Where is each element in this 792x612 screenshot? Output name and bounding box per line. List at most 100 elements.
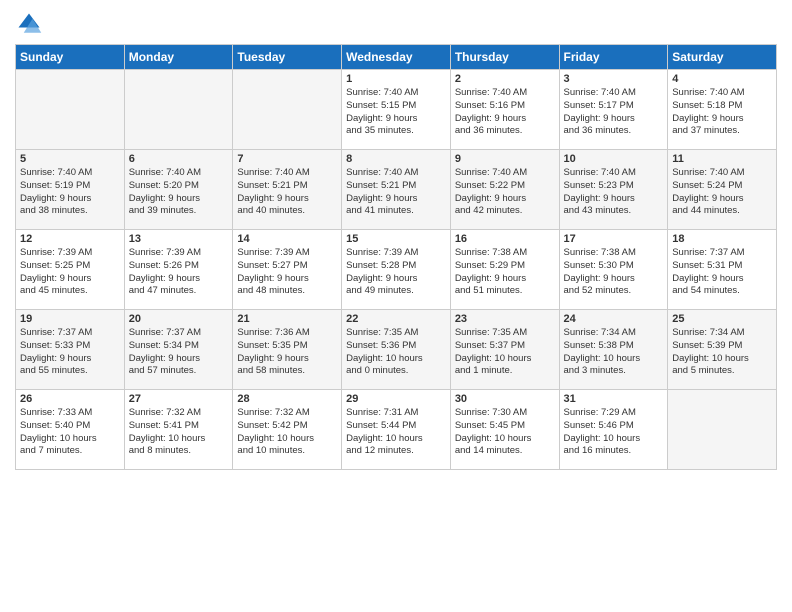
day-number: 28 [237,393,337,405]
day-info: Sunrise: 7:36 AM Sunset: 5:35 PM Dayligh… [237,327,337,378]
day-number: 30 [455,393,555,405]
calendar-cell: 28 Sunrise: 7:32 AM Sunset: 5:42 PM Dayli… [233,390,342,470]
day-info: Sunrise: 7:40 AM Sunset: 5:24 PM Dayligh… [672,167,772,218]
day-info: Sunrise: 7:39 AM Sunset: 5:25 PM Dayligh… [20,247,120,298]
calendar-week-row: 26 Sunrise: 7:33 AM Sunset: 5:40 PM Dayli… [16,390,777,470]
day-number: 14 [237,233,337,245]
calendar-cell: 27 Sunrise: 7:32 AM Sunset: 5:41 PM Dayli… [124,390,233,470]
day-info: Sunrise: 7:40 AM Sunset: 5:19 PM Dayligh… [20,167,120,218]
calendar-cell: 18Sunrise: 7:37 AM Sunset: 5:31 PM Dayli… [668,230,777,310]
day-number: 29 [346,393,446,405]
calendar-cell: 29 Sunrise: 7:31 AM Sunset: 5:44 PM Dayli… [342,390,451,470]
day-number: 8 [346,153,446,165]
weekday-header-saturday: Saturday [668,45,777,70]
day-number: 1 [346,73,446,85]
day-number: 21 [237,313,337,325]
calendar-cell: 2Sunrise: 7:40 AM Sunset: 5:16 PM Daylig… [450,70,559,150]
day-number: 13 [129,233,229,245]
weekday-header-sunday: Sunday [16,45,125,70]
day-number: 5 [20,153,120,165]
calendar-cell: 21 Sunrise: 7:36 AM Sunset: 5:35 PM Dayli… [233,310,342,390]
calendar-cell [668,390,777,470]
calendar-cell [16,70,125,150]
calendar-cell: 22Sunrise: 7:35 AM Sunset: 5:36 PM Dayli… [342,310,451,390]
calendar-table: SundayMondayTuesdayWednesdayThursdayFrid… [15,44,777,470]
weekday-header-tuesday: Tuesday [233,45,342,70]
day-info: Sunrise: 7:37 AM Sunset: 5:33 PM Dayligh… [20,327,120,378]
day-info: Sunrise: 7:30 AM Sunset: 5:45 PM Dayligh… [455,407,555,458]
weekday-header-monday: Monday [124,45,233,70]
day-number: 17 [564,233,664,245]
calendar-cell: 5 Sunrise: 7:40 AM Sunset: 5:19 PM Daylig… [16,150,125,230]
day-info: Sunrise: 7:32 AM Sunset: 5:41 PM Dayligh… [129,407,229,458]
calendar-cell: 19 Sunrise: 7:37 AM Sunset: 5:33 PM Dayli… [16,310,125,390]
day-info: Sunrise: 7:34 AM Sunset: 5:38 PM Dayligh… [564,327,664,378]
calendar-cell [233,70,342,150]
logo-icon [15,10,43,38]
day-number: 3 [564,73,664,85]
day-number: 20 [129,313,229,325]
day-info: Sunrise: 7:34 AM Sunset: 5:39 PM Dayligh… [672,327,772,378]
day-number: 19 [20,313,120,325]
day-number: 31 [564,393,664,405]
calendar-cell: 3 Sunrise: 7:40 AM Sunset: 5:17 PM Daylig… [559,70,668,150]
calendar-cell: 1 Sunrise: 7:40 AM Sunset: 5:15 PM Daylig… [342,70,451,150]
day-info: Sunrise: 7:40 AM Sunset: 5:22 PM Dayligh… [455,167,555,218]
day-info: Sunrise: 7:40 AM Sunset: 5:15 PM Dayligh… [346,87,446,138]
day-number: 22 [346,313,446,325]
calendar-cell: 8 Sunrise: 7:40 AM Sunset: 5:21 PM Daylig… [342,150,451,230]
day-info: Sunrise: 7:39 AM Sunset: 5:26 PM Dayligh… [129,247,229,298]
day-info: Sunrise: 7:40 AM Sunset: 5:21 PM Dayligh… [346,167,446,218]
day-info: Sunrise: 7:40 AM Sunset: 5:17 PM Dayligh… [564,87,664,138]
day-info: Sunrise: 7:38 AM Sunset: 5:29 PM Dayligh… [455,247,555,298]
weekday-header-row: SundayMondayTuesdayWednesdayThursdayFrid… [16,45,777,70]
day-info: Sunrise: 7:39 AM Sunset: 5:27 PM Dayligh… [237,247,337,298]
day-info: Sunrise: 7:38 AM Sunset: 5:30 PM Dayligh… [564,247,664,298]
day-info: Sunrise: 7:32 AM Sunset: 5:42 PM Dayligh… [237,407,337,458]
calendar-cell: 25Sunrise: 7:34 AM Sunset: 5:39 PM Dayli… [668,310,777,390]
day-info: Sunrise: 7:39 AM Sunset: 5:28 PM Dayligh… [346,247,446,298]
calendar-cell: 12 Sunrise: 7:39 AM Sunset: 5:25 PM Dayli… [16,230,125,310]
calendar-week-row: 1 Sunrise: 7:40 AM Sunset: 5:15 PM Daylig… [16,70,777,150]
calendar-cell: 23 Sunrise: 7:35 AM Sunset: 5:37 PM Dayli… [450,310,559,390]
day-info: Sunrise: 7:37 AM Sunset: 5:31 PM Dayligh… [672,247,772,298]
day-number: 15 [346,233,446,245]
calendar-cell: 4 Sunrise: 7:40 AM Sunset: 5:18 PM Daylig… [668,70,777,150]
calendar-week-row: 19 Sunrise: 7:37 AM Sunset: 5:33 PM Dayli… [16,310,777,390]
day-number: 27 [129,393,229,405]
calendar-cell: 16 Sunrise: 7:38 AM Sunset: 5:29 PM Dayli… [450,230,559,310]
day-number: 12 [20,233,120,245]
calendar-cell: 9 Sunrise: 7:40 AM Sunset: 5:22 PM Daylig… [450,150,559,230]
day-info: Sunrise: 7:40 AM Sunset: 5:18 PM Dayligh… [672,87,772,138]
day-number: 9 [455,153,555,165]
calendar-week-row: 5 Sunrise: 7:40 AM Sunset: 5:19 PM Daylig… [16,150,777,230]
calendar-cell: 7 Sunrise: 7:40 AM Sunset: 5:21 PM Daylig… [233,150,342,230]
calendar-cell: 26 Sunrise: 7:33 AM Sunset: 5:40 PM Dayli… [16,390,125,470]
day-info: Sunrise: 7:40 AM Sunset: 5:23 PM Dayligh… [564,167,664,218]
weekday-header-thursday: Thursday [450,45,559,70]
day-info: Sunrise: 7:37 AM Sunset: 5:34 PM Dayligh… [129,327,229,378]
day-info: Sunrise: 7:40 AM Sunset: 5:16 PM Dayligh… [455,87,555,138]
calendar-cell: 30 Sunrise: 7:30 AM Sunset: 5:45 PM Dayli… [450,390,559,470]
header [15,10,777,38]
day-number: 10 [564,153,664,165]
weekday-header-wednesday: Wednesday [342,45,451,70]
day-info: Sunrise: 7:33 AM Sunset: 5:40 PM Dayligh… [20,407,120,458]
calendar-cell: 31Sunrise: 7:29 AM Sunset: 5:46 PM Dayli… [559,390,668,470]
day-number: 4 [672,73,772,85]
calendar-cell: 11Sunrise: 7:40 AM Sunset: 5:24 PM Dayli… [668,150,777,230]
day-info: Sunrise: 7:40 AM Sunset: 5:20 PM Dayligh… [129,167,229,218]
day-number: 6 [129,153,229,165]
day-number: 23 [455,313,555,325]
calendar-cell: 14 Sunrise: 7:39 AM Sunset: 5:27 PM Dayli… [233,230,342,310]
day-info: Sunrise: 7:35 AM Sunset: 5:37 PM Dayligh… [455,327,555,378]
calendar-cell: 13 Sunrise: 7:39 AM Sunset: 5:26 PM Dayli… [124,230,233,310]
day-number: 7 [237,153,337,165]
day-number: 16 [455,233,555,245]
calendar-cell: 6 Sunrise: 7:40 AM Sunset: 5:20 PM Daylig… [124,150,233,230]
day-number: 26 [20,393,120,405]
day-info: Sunrise: 7:31 AM Sunset: 5:44 PM Dayligh… [346,407,446,458]
calendar-cell: 10 Sunrise: 7:40 AM Sunset: 5:23 PM Dayli… [559,150,668,230]
day-info: Sunrise: 7:40 AM Sunset: 5:21 PM Dayligh… [237,167,337,218]
calendar-cell: 15 Sunrise: 7:39 AM Sunset: 5:28 PM Dayli… [342,230,451,310]
